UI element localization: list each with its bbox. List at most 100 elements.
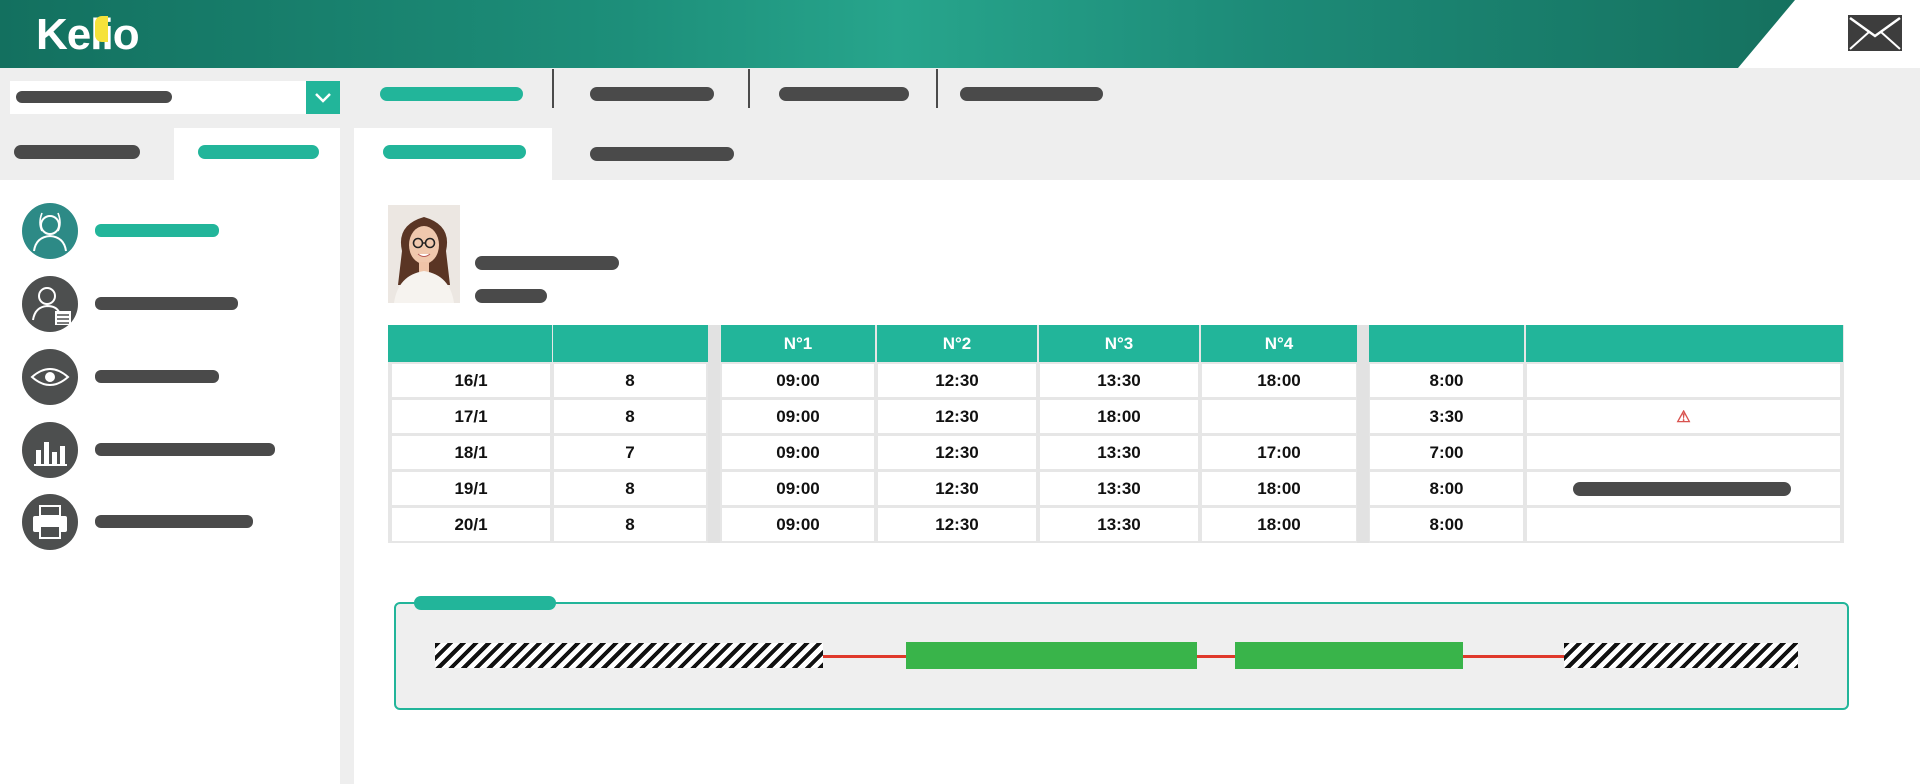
- cell-n2: 12:30: [878, 364, 1036, 397]
- cell-n2: 12:30: [878, 436, 1036, 469]
- sidebar-label: [95, 370, 219, 383]
- cell-n4: 18:00: [1202, 508, 1356, 541]
- chevron-down-icon[interactable]: [306, 81, 340, 114]
- cell-status: [1527, 436, 1840, 469]
- cell-total: 8:00: [1370, 364, 1523, 397]
- timeline-work-block[interactable]: [906, 642, 1197, 669]
- main-subtab-2[interactable]: [590, 147, 734, 161]
- printer-icon: [22, 494, 78, 550]
- subtab-label: [198, 145, 319, 159]
- cell-n1: 09:00: [722, 436, 874, 469]
- main-subtab-1-active[interactable]: [354, 128, 552, 180]
- tab-1-active[interactable]: [380, 87, 523, 101]
- cell-status: [1527, 364, 1840, 397]
- sidebar-divider: [340, 180, 354, 784]
- logo-accent: o: [112, 10, 140, 59]
- sidebar-label-active: [95, 224, 219, 237]
- cell-n4: [1202, 400, 1356, 433]
- sidebar-item-view[interactable]: [0, 346, 340, 406]
- header-cell-hours: [553, 325, 708, 362]
- timeline-gap-line: [1463, 655, 1564, 658]
- warning-icon[interactable]: ⚠: [1527, 400, 1840, 433]
- app-header: Kelio: [0, 0, 1920, 68]
- eye-icon: [22, 349, 78, 405]
- logo-dot: [95, 16, 108, 42]
- employee-id: [475, 289, 547, 303]
- subtab-label: [383, 145, 526, 159]
- cell-hours: 8: [554, 364, 706, 397]
- header-cell-n1: N°1: [721, 325, 875, 362]
- tab-separator: [552, 69, 554, 108]
- sidebar-item-stats[interactable]: [0, 419, 340, 479]
- cell-hours: 8: [554, 472, 706, 505]
- sidebar-item-users[interactable]: [0, 273, 340, 333]
- left-subtab-2-active[interactable]: [174, 128, 340, 180]
- cell-n3: 13:30: [1040, 436, 1198, 469]
- cell-hours: 8: [554, 508, 706, 541]
- sidebar: [0, 180, 340, 784]
- tab-separator: [936, 69, 938, 108]
- header-cell-n4: N°4: [1201, 325, 1357, 362]
- sidebar-item-medical[interactable]: [0, 200, 340, 260]
- cell-n4: 18:00: [1202, 364, 1356, 397]
- cell-n4: 18:00: [1202, 472, 1356, 505]
- cell-n2: 12:30: [878, 472, 1036, 505]
- employee-name: [475, 256, 619, 270]
- cell-n2: 12:30: [878, 508, 1036, 541]
- left-subtab-1[interactable]: [14, 145, 140, 159]
- cell-date: 20/1: [392, 508, 550, 541]
- cell-n1: 09:00: [722, 508, 874, 541]
- cell-n1: 09:00: [722, 472, 874, 505]
- tab-separator: [748, 69, 750, 108]
- employee-avatar: [388, 205, 460, 303]
- employee-select[interactable]: [10, 81, 306, 114]
- cell-date: 18/1: [392, 436, 550, 469]
- header-cell-total: [1369, 325, 1524, 362]
- tab-3[interactable]: [779, 87, 909, 101]
- cell-total: 8:00: [1370, 472, 1523, 505]
- cell-hours: 7: [554, 436, 706, 469]
- header-cell-n3: N°3: [1039, 325, 1199, 362]
- cell-date: 19/1: [392, 472, 550, 505]
- cell-date: 16/1: [392, 364, 550, 397]
- cell-status: [1527, 508, 1840, 541]
- tab-2[interactable]: [590, 87, 714, 101]
- cell-n1: 09:00: [722, 364, 874, 397]
- sidebar-label: [95, 297, 238, 310]
- timeline-title: [414, 596, 556, 610]
- header-cell-date: [388, 325, 552, 362]
- timeline-gap-line: [1197, 655, 1235, 658]
- header-cell-status: [1526, 325, 1843, 362]
- sidebar-label: [95, 443, 275, 456]
- timeline-work-block[interactable]: [1235, 642, 1463, 669]
- user-list-icon: [22, 276, 78, 332]
- doctor-icon: [22, 203, 78, 259]
- bar-chart-icon: [22, 422, 78, 478]
- cell-n3: 18:00: [1040, 400, 1198, 433]
- header-cell-n2: N°2: [877, 325, 1037, 362]
- column-separator: [708, 325, 720, 543]
- cell-n3: 13:30: [1040, 508, 1198, 541]
- header-banner: [0, 0, 1795, 68]
- kelio-logo[interactable]: Kelio: [36, 10, 140, 60]
- cell-total: 8:00: [1370, 508, 1523, 541]
- cell-date: 17/1: [392, 400, 550, 433]
- cell-total: 7:00: [1370, 436, 1523, 469]
- cell-n3: 13:30: [1040, 364, 1198, 397]
- tab-4[interactable]: [960, 87, 1103, 101]
- status-comment: [1573, 482, 1791, 496]
- sidebar-label: [95, 515, 253, 528]
- cell-status: [1527, 472, 1840, 505]
- cell-n2: 12:30: [878, 400, 1036, 433]
- cell-n4: 17:00: [1202, 436, 1356, 469]
- sidebar-item-print[interactable]: [0, 491, 340, 551]
- cell-n1: 09:00: [722, 400, 874, 433]
- timeline-off-period: [435, 643, 823, 668]
- cell-n3: 13:30: [1040, 472, 1198, 505]
- mail-icon[interactable]: [1848, 15, 1902, 51]
- timeline-off-period: [1564, 643, 1798, 668]
- column-separator: [1357, 325, 1369, 543]
- cell-hours: 8: [554, 400, 706, 433]
- timeline-gap-line: [823, 655, 906, 658]
- cell-total: 3:30: [1370, 400, 1523, 433]
